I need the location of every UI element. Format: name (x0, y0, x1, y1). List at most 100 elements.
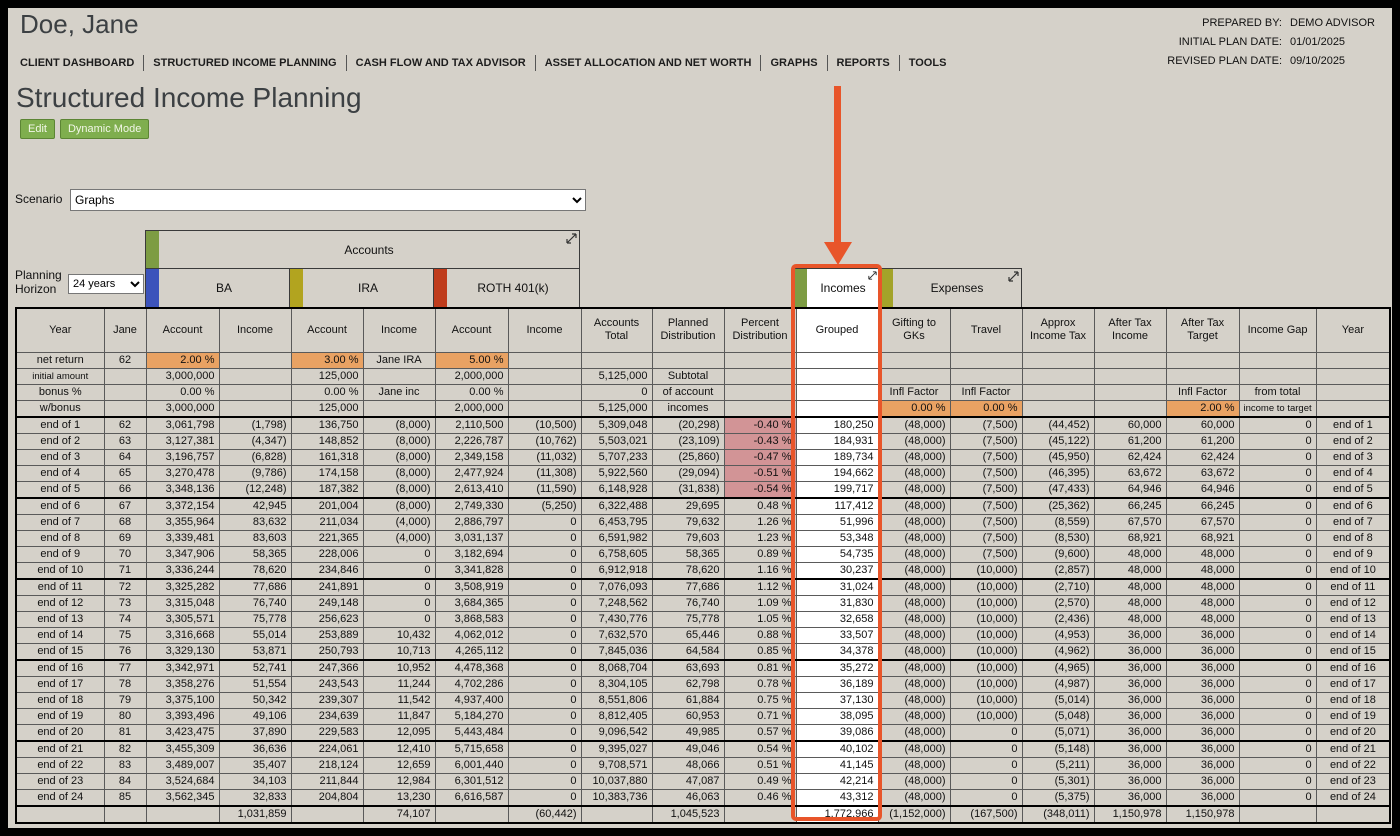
table-cell: 3,508,919 (434, 578, 509, 596)
table-cell: 3,375,100 (145, 691, 220, 709)
table-cell: 76,740 (651, 594, 725, 612)
table-cell: (4,962) (1021, 642, 1095, 661)
table-cell: (48,000) (877, 480, 951, 499)
table-cell: 0 (1238, 691, 1317, 709)
table-cell: 0 (362, 594, 436, 612)
planning-table: Year Jane Account Income Account Income Accoun… (15, 307, 1392, 824)
table-cell (1315, 351, 1391, 369)
table-cell: 5,125,000 (580, 399, 653, 418)
table-cell: Infl Factor (1165, 383, 1240, 401)
table-cell: 3,336,244 (145, 561, 220, 580)
table-cell: end of 21 (15, 740, 105, 758)
nav-cash-flow-and-tax-advisor[interactable]: CASH FLOW AND TAX ADVISOR (347, 55, 536, 71)
table-cell: (48,000) (877, 448, 951, 466)
table-cell: 1,150,978 (1093, 804, 1167, 823)
table-cell: 75,778 (651, 610, 725, 628)
initial-plan-date-value: 01/01/2025 (1290, 36, 1346, 48)
table-cell: 66,245 (1165, 497, 1240, 515)
table-cell: 0 (1238, 772, 1317, 790)
table-cell: 73 (103, 594, 147, 612)
expenses-group-label: Expenses (930, 281, 984, 295)
table-cell (723, 367, 797, 385)
column-header: Income Gap (1238, 307, 1317, 353)
expand-icon[interactable] (868, 271, 877, 280)
table-row: end of 13 74 3,305,571 75,778 256,623 0 3,868,… (15, 610, 1391, 628)
table-cell: 51,996 (795, 513, 879, 531)
table-cell: (7,500) (949, 513, 1023, 531)
table-cell: 0 (1238, 513, 1317, 531)
table-cell: 48,000 (1165, 594, 1240, 612)
table-cell: 6,616,587 (434, 788, 509, 806)
column-header: Account (434, 307, 509, 353)
table-cell: (1,798) (218, 416, 292, 434)
table-cell: 68 (103, 513, 147, 531)
table-cell (1315, 383, 1391, 401)
table-cell: 75,778 (218, 610, 292, 628)
table-cell: (2,570) (1021, 594, 1095, 612)
table-cell: 11,244 (362, 675, 436, 693)
table-cell: 67,570 (1093, 513, 1167, 531)
table-row: end of 11 72 3,325,282 77,686 241,891 0 3,508,… (15, 578, 1391, 596)
table-cell: (10,000) (949, 691, 1023, 709)
table-cell: (48,000) (877, 772, 951, 790)
table-cell: 12,984 (362, 772, 436, 790)
table-cell (723, 804, 797, 823)
nav-tools[interactable]: TOOLS (900, 55, 956, 71)
table-cell: 187,382 (290, 480, 364, 499)
edit-button[interactable]: Edit (20, 119, 55, 139)
table-cell: (4,000) (362, 513, 436, 531)
table-cell: 48,066 (651, 756, 725, 774)
table-cell: 0 (1238, 448, 1317, 466)
planning-horizon-select[interactable]: 24 years (68, 274, 144, 294)
table-cell: 204,804 (290, 788, 364, 806)
table-cell: 5,707,233 (580, 448, 653, 466)
table-cell: 39,086 (795, 723, 879, 742)
table-cell (877, 367, 951, 385)
table-cell (507, 351, 582, 369)
scenario-select[interactable]: Graphs (70, 189, 586, 211)
table-cell: 2,886,797 (434, 513, 509, 531)
table-cell: (8,000) (362, 432, 436, 450)
table-cell: 3,347,906 (145, 545, 220, 563)
table-cell: 11,847 (362, 707, 436, 725)
roth-color-chip (434, 269, 447, 307)
table-cell: (48,000) (877, 432, 951, 450)
table-cell: 78,620 (651, 561, 725, 580)
nav-asset-allocation-and-net-worth[interactable]: ASSET ALLOCATION AND NET WORTH (536, 55, 762, 71)
column-header: Income (362, 307, 436, 353)
expand-icon[interactable] (1008, 271, 1019, 282)
table-cell: 224,061 (290, 740, 364, 758)
nav-reports[interactable]: REPORTS (828, 55, 900, 71)
table-cell: 0 (949, 788, 1023, 806)
table-cell: (48,000) (877, 545, 951, 563)
expand-icon[interactable] (566, 233, 577, 244)
table-cell: 3,562,345 (145, 788, 220, 806)
table-cell: 3,455,309 (145, 740, 220, 758)
table-cell: 2,110,500 (434, 416, 509, 434)
table-cell: (60,442) (507, 804, 582, 823)
table-cell: 60,953 (651, 707, 725, 725)
table-cell: 64,946 (1165, 480, 1240, 499)
dynamic-mode-button[interactable]: Dynamic Mode (59, 119, 150, 139)
table-cell: (167,500) (949, 804, 1023, 823)
table-cell: 3,315,048 (145, 594, 220, 612)
table-cell: (7,500) (949, 497, 1023, 515)
table-cell: 58,365 (651, 545, 725, 563)
table-cell: 68,921 (1093, 529, 1167, 547)
client-name: Doe, Jane (20, 9, 139, 39)
table-cell: 1,150,978 (1165, 804, 1240, 823)
roth-401k-group-header: ROTH 401(k) (433, 268, 580, 308)
table-cell: 60,000 (1165, 416, 1240, 434)
table-cell: 72 (103, 578, 147, 596)
table-cell: end of 1 (1315, 416, 1391, 434)
table-cell: 0 (507, 578, 582, 596)
table-cell: end of 2 (1315, 432, 1391, 450)
nav-structured-income-planning[interactable]: STRUCTURED INCOME PLANNING (144, 55, 347, 71)
table-cell: (45,950) (1021, 448, 1095, 466)
nav-graphs[interactable]: GRAPHS (761, 55, 828, 71)
table-cell: end of 8 (15, 529, 105, 547)
nav-client-dashboard[interactable]: CLIENT DASHBOARD (20, 55, 145, 71)
table-cell: 2,000,000 (434, 367, 509, 385)
table-cell: 8,068,704 (580, 659, 653, 677)
table-cell: (6,828) (218, 448, 292, 466)
